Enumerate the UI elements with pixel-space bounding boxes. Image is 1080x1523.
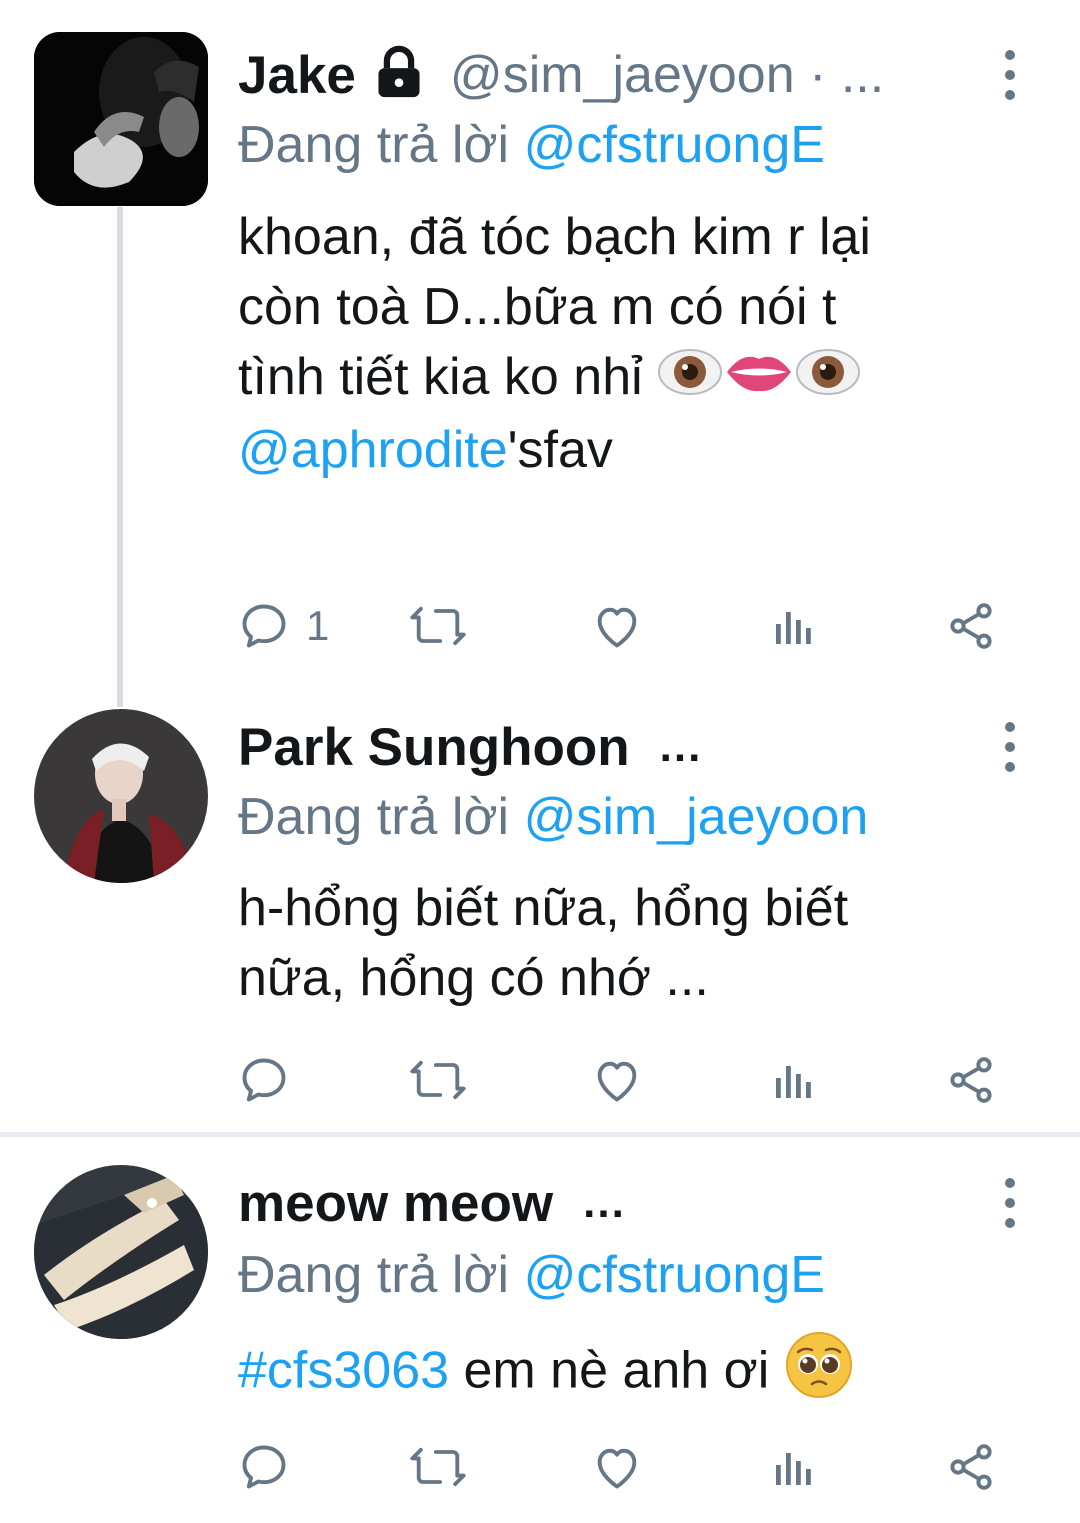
- action-bar: 1: [238, 596, 1008, 656]
- body-hashtag[interactable]: #cfs3063: [238, 1342, 449, 1400]
- retweet-button[interactable]: [408, 596, 468, 656]
- analytics-icon: [776, 612, 811, 644]
- analytics-icon: [776, 1453, 811, 1485]
- body-line: @aphrodite'sfav: [238, 421, 613, 480]
- like-icon: [597, 607, 637, 648]
- analytics-button[interactable]: [770, 1050, 818, 1110]
- body-line: nữa, hổng có nhớ ...: [238, 949, 709, 1007]
- tweet-3[interactable]: meow meow ... Đang trả lời @cfstruongE #…: [0, 1137, 1080, 1523]
- share-icon: [950, 603, 992, 649]
- display-name[interactable]: meow meow: [238, 1173, 553, 1234]
- lock-icon: [370, 44, 428, 107]
- analytics-icon: [776, 1066, 811, 1098]
- tweet-header: meow meow ...: [238, 1163, 626, 1243]
- more-options-icon[interactable]: [990, 722, 1030, 772]
- retweet-button[interactable]: [408, 1437, 468, 1497]
- analytics-button[interactable]: [770, 1437, 818, 1497]
- eyes-emoji: [795, 345, 861, 415]
- body-line: còn toà D...bữa m có nói t: [238, 278, 837, 336]
- retweet-icon: [410, 1447, 466, 1487]
- header-ellipsis: ...: [659, 722, 703, 771]
- reply-icon: [242, 1058, 286, 1102]
- body-line: h-hổng biết nữa, hổng biết: [238, 879, 849, 937]
- reply-mention[interactable]: @cfstruongE: [524, 1246, 825, 1304]
- share-button[interactable]: [944, 1050, 998, 1110]
- eyes-emoji: [657, 345, 723, 415]
- reply-count: 1: [306, 602, 330, 649]
- tweet-body: #cfs3063 em nè anh ơi: [238, 1330, 1028, 1418]
- like-icon: [597, 1448, 637, 1489]
- tweet-2[interactable]: Park Sunghoon ... Đang trả lời @sim_jaey…: [0, 700, 1080, 1132]
- body-text: em nè anh ơi: [463, 1341, 770, 1400]
- retweet-icon: [410, 606, 466, 646]
- reply-context: Đang trả lời @sim_jaeyoon: [238, 787, 868, 847]
- reply-prefix: Đang trả lời: [238, 788, 510, 846]
- display-name[interactable]: Jake: [238, 45, 356, 106]
- tweet-body: h-hổng biết nữa, hổng biết nữa, hổng có …: [238, 873, 1028, 1013]
- reply-button[interactable]: [238, 1050, 290, 1110]
- reply-button[interactable]: [238, 1437, 290, 1497]
- retweet-icon: [410, 1060, 466, 1100]
- avatar-meow-meow[interactable]: [34, 1165, 208, 1339]
- reply-context: Đang trả lời @cfstruongE: [238, 115, 825, 175]
- reply-icon: [242, 604, 286, 648]
- tweet-1[interactable]: Jake @sim_jaeyoon · ... Đang trả lời @cf…: [0, 0, 1080, 707]
- tweet-header: Jake @sim_jaeyoon · ...: [238, 35, 884, 115]
- like-button[interactable]: [590, 1437, 644, 1497]
- reply-prefix: Đang trả lời: [238, 116, 510, 174]
- like-button[interactable]: [590, 1050, 644, 1110]
- display-name[interactable]: Park Sunghoon: [238, 717, 630, 778]
- tweet-header: Park Sunghoon ...: [238, 707, 702, 787]
- avatar-jake[interactable]: [34, 32, 208, 206]
- body-mention[interactable]: @aphrodite: [238, 421, 508, 479]
- tweet-body: khoan, đã tóc bạch kim r lại còn toà D..…: [238, 202, 1028, 485]
- body-line: tình tiết kia ko nhỉ: [238, 342, 1028, 415]
- pleading-face-emoji: [784, 1330, 854, 1418]
- share-icon: [950, 1444, 992, 1490]
- like-icon: [597, 1061, 637, 1102]
- action-bar: [238, 1437, 1008, 1497]
- like-button[interactable]: [590, 596, 644, 656]
- action-bar: [238, 1050, 1008, 1110]
- handle[interactable]: @sim_jaeyoon · ...: [450, 45, 884, 105]
- reply-icon: [242, 1445, 286, 1489]
- analytics-button[interactable]: [770, 596, 818, 656]
- share-icon: [950, 1057, 992, 1103]
- avatar-park-sunghoon[interactable]: [34, 709, 208, 883]
- reply-mention[interactable]: @cfstruongE: [524, 116, 825, 174]
- reply-prefix: Đang trả lời: [238, 1246, 510, 1304]
- retweet-button[interactable]: [408, 1050, 468, 1110]
- reply-mention[interactable]: @sim_jaeyoon: [524, 788, 869, 846]
- reply-button[interactable]: 1: [238, 596, 329, 656]
- lips-emoji: [723, 345, 795, 415]
- body-line: khoan, đã tóc bạch kim r lại: [238, 208, 871, 266]
- more-options-icon[interactable]: [990, 50, 1030, 100]
- header-ellipsis: ...: [583, 1178, 626, 1227]
- share-button[interactable]: [944, 596, 998, 656]
- reply-context: Đang trả lời @cfstruongE: [238, 1245, 825, 1305]
- thread-line: [117, 207, 123, 707]
- share-button[interactable]: [944, 1437, 998, 1497]
- more-options-icon[interactable]: [990, 1178, 1030, 1228]
